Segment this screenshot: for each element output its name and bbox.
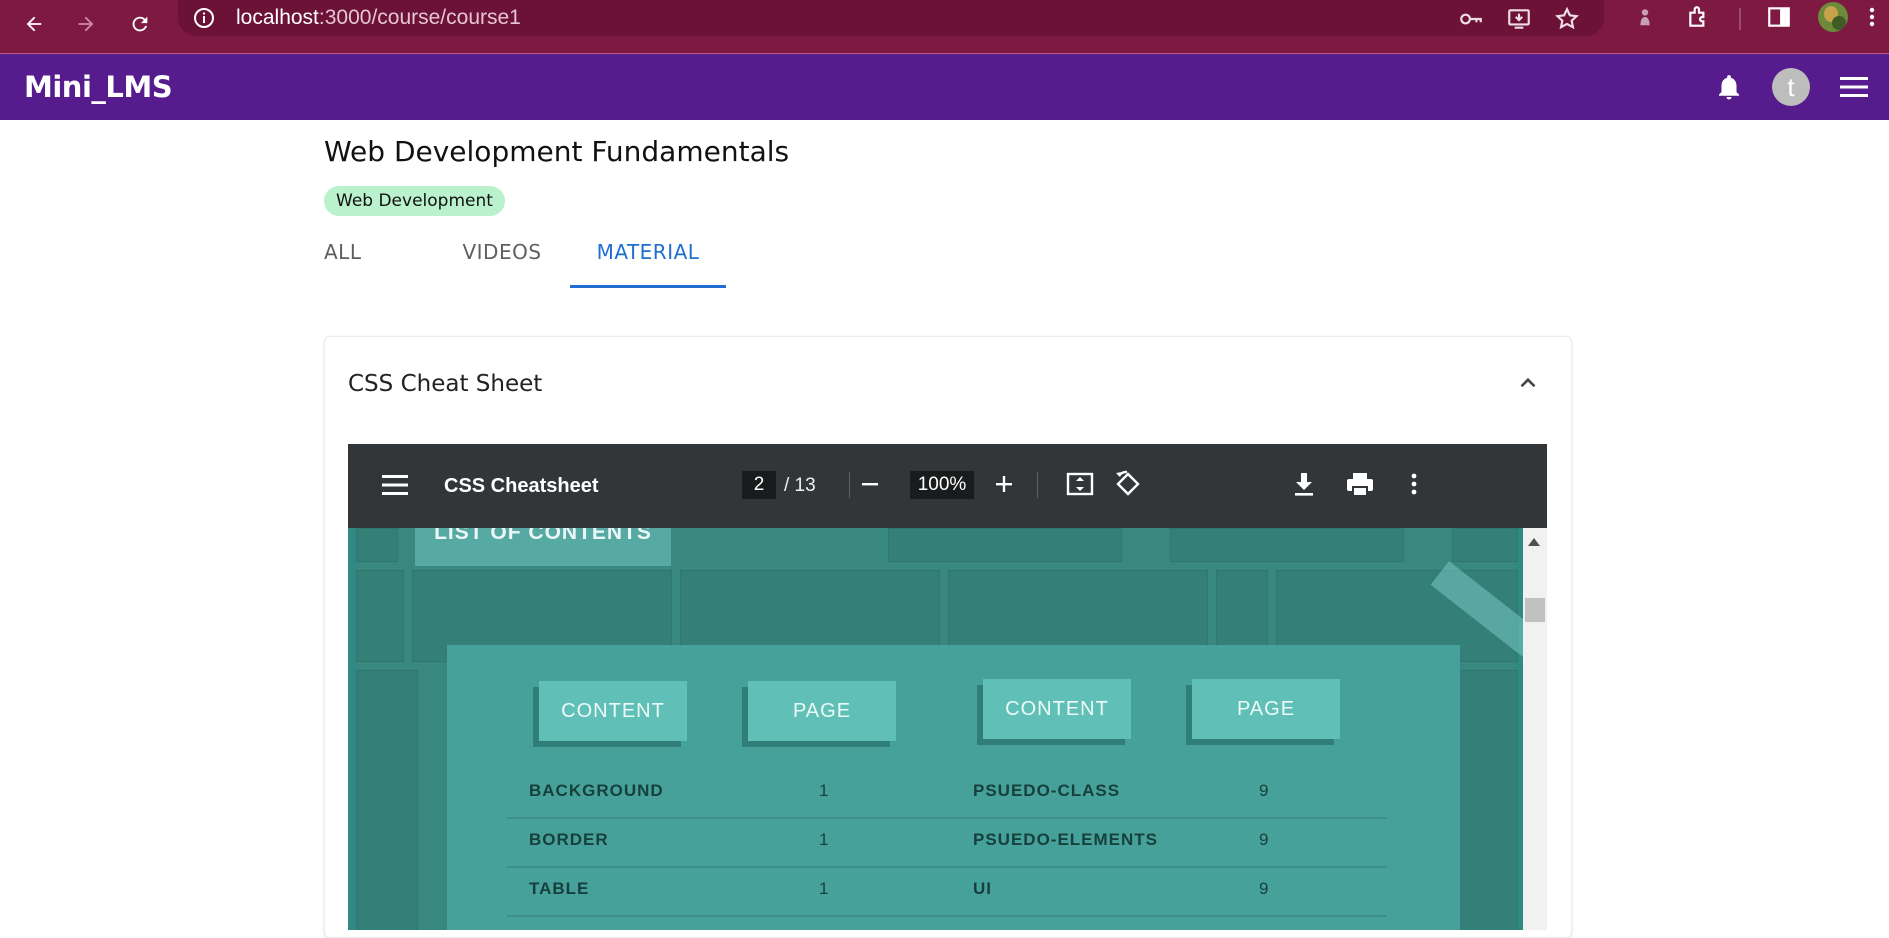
side-panel-icon[interactable]	[1762, 0, 1796, 34]
toc-item: TABLE	[529, 879, 590, 898]
toc-page-number: 1	[819, 830, 829, 849]
background-brick	[356, 670, 418, 930]
toc-panel: CONTENT PAGE CONTENT PAGE BACKGROUND 1 P…	[447, 645, 1460, 930]
pdf-zoom-input[interactable]: 100%	[910, 471, 974, 499]
install-app-icon[interactable]	[1502, 2, 1536, 36]
chevron-up-icon[interactable]	[1515, 370, 1541, 396]
forward-arrow-icon[interactable]	[68, 6, 104, 42]
list-of-contents-banner: LIST OF CONTENTS	[415, 528, 671, 566]
more-options-icon[interactable]	[1396, 466, 1432, 502]
extension-puppet-icon[interactable]	[1628, 0, 1662, 34]
background-brick	[1452, 528, 1518, 562]
zoom-in-icon[interactable]	[986, 466, 1022, 502]
toc-page-number: 9	[1259, 781, 1269, 800]
pdf-page-input[interactable]: 2	[742, 471, 776, 499]
pdf-page: LIST OF CONTENTS CONTENT PAGE CONTENT PA…	[356, 528, 1547, 930]
toc-row: BORDER 1 PSUEDO-ELEMENTS 9	[507, 818, 1387, 868]
toc-item: PSUEDO-ELEMENTS	[973, 830, 1159, 849]
toc-row: BACKGROUND 1 PSUEDO-CLASS 9	[507, 769, 1387, 819]
toc-page-number: 1	[819, 781, 829, 800]
toc-row: TABLE 1 UI 9	[507, 867, 1387, 917]
background-brick	[1170, 528, 1404, 562]
fit-to-page-icon[interactable]	[1062, 466, 1098, 502]
hamburger-menu-icon[interactable]	[1838, 74, 1870, 100]
category-chip: Web Development	[324, 186, 505, 216]
profile-avatar[interactable]	[1818, 2, 1848, 32]
scroll-up-arrow-icon[interactable]	[1528, 538, 1540, 546]
print-icon[interactable]	[1342, 466, 1378, 502]
pdf-document-title: CSS Cheatsheet	[444, 475, 599, 497]
toc-page-number: 9	[1259, 879, 1269, 898]
tab-all[interactable]: ALL	[324, 240, 410, 286]
toolbar-divider	[1739, 8, 1741, 30]
app-bar: Mini_LMS t	[0, 54, 1889, 120]
user-avatar[interactable]: t	[1772, 68, 1810, 106]
pdf-toolbar: CSS Cheatsheet 2 / 13 100%	[348, 444, 1547, 528]
background-brick	[356, 528, 398, 562]
url-text: localhost:3000/course/course1	[236, 6, 521, 30]
header-page-tag: PAGE	[748, 681, 896, 741]
browser-toolbar: localhost:3000/course/course1	[0, 0, 1889, 53]
reload-icon[interactable]	[122, 6, 158, 42]
site-info-icon[interactable]	[192, 6, 216, 30]
notification-bell-icon[interactable]	[1714, 72, 1744, 102]
toc-item: BORDER	[529, 830, 609, 849]
browser-menu-icon[interactable]	[1862, 0, 1882, 34]
pdf-sidebar-menu-icon[interactable]	[382, 474, 408, 496]
background-brick	[356, 570, 404, 662]
scrollbar-thumb[interactable]	[1525, 598, 1545, 622]
zoom-out-icon[interactable]	[852, 466, 888, 502]
rotate-icon[interactable]	[1110, 466, 1146, 502]
address-bar[interactable]: localhost:3000/course/course1	[178, 0, 1604, 36]
pdf-scrollbar[interactable]	[1523, 528, 1547, 930]
pdf-page-total: / 13	[784, 475, 816, 496]
toc-page-number: 1	[819, 879, 829, 898]
url-host: localhost	[236, 6, 319, 29]
toc-page-number: 9	[1259, 830, 1269, 849]
tab-material[interactable]: MATERIAL	[570, 240, 726, 286]
tab-indicator	[570, 285, 726, 288]
toolbar-separator	[849, 472, 850, 498]
back-arrow-icon[interactable]	[16, 6, 52, 42]
toc-item: PSUEDO-CLASS	[973, 781, 1121, 800]
banner-text: LIST OF CONTENTS	[434, 528, 652, 544]
bookmark-star-icon[interactable]	[1550, 2, 1584, 36]
background-brick	[1456, 670, 1518, 930]
key-icon[interactable]	[1454, 2, 1488, 36]
extensions-icon[interactable]	[1682, 0, 1716, 34]
url-path: :3000/course/course1	[318, 6, 521, 29]
accordion-title[interactable]: CSS Cheat Sheet	[348, 371, 542, 397]
pdf-viewport[interactable]: LIST OF CONTENTS CONTENT PAGE CONTENT PA…	[348, 528, 1547, 930]
app-title[interactable]: Mini_LMS	[24, 70, 173, 104]
toc-item: BACKGROUND	[529, 781, 664, 800]
background-brick	[888, 528, 1122, 562]
course-title: Web Development Fundamentals	[324, 135, 790, 168]
tab-videos[interactable]: VIDEOS	[446, 240, 558, 286]
toc-item: UI	[973, 879, 992, 898]
header-content-tag: CONTENT	[539, 681, 687, 741]
header-page-tag: PAGE	[1192, 679, 1340, 739]
header-content-tag: CONTENT	[983, 679, 1131, 739]
toolbar-separator	[1037, 472, 1038, 498]
download-icon[interactable]	[1286, 466, 1322, 502]
